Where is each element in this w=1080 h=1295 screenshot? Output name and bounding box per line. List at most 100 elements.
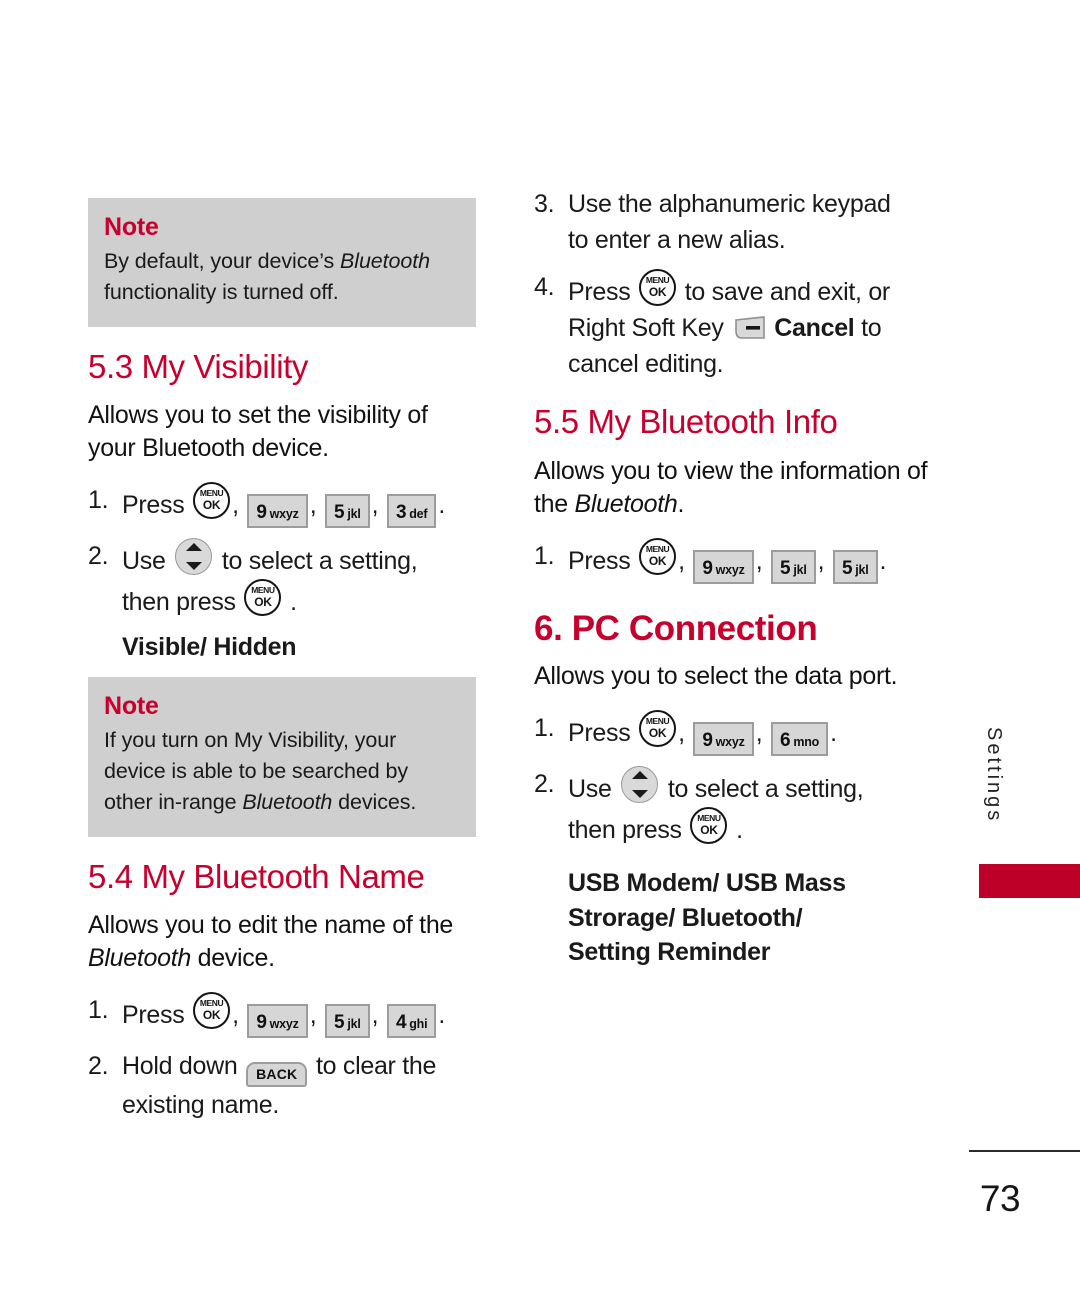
step-mid-text: to save and exit, or bbox=[684, 277, 891, 306]
heading-6-pc-connection: 6. PC Connection bbox=[534, 608, 818, 648]
heading-5-3-my-visibility: 5.3 My Visibility bbox=[88, 347, 308, 385]
menu-ok-key-icon[interactable]: MENU OK bbox=[690, 806, 728, 844]
step-5-3-1: 1. Press MENU OK, 9 wxyz, 5 jkl, 3 def. bbox=[88, 481, 476, 528]
numkey-letters: wxyz bbox=[269, 506, 299, 521]
menu-ok-label-bottom: OK bbox=[202, 497, 221, 512]
step-line-1: Use the alphanumeric keypad bbox=[568, 190, 891, 218]
numkey-5-icon[interactable]: 5 jkl bbox=[771, 549, 816, 584]
numkey-digit: 9 bbox=[702, 729, 713, 751]
separator-comma: , bbox=[678, 546, 685, 575]
note-title: Note bbox=[104, 213, 159, 241]
step-lead: Press bbox=[568, 546, 631, 575]
desc-before: Allows you to edit the name of the bbox=[88, 910, 454, 939]
numkey-5-icon[interactable]: 5 jkl bbox=[832, 549, 878, 584]
options-visible-hidden: Visible/ Hidden bbox=[122, 633, 297, 662]
desc-italic-bluetooth: Bluetooth bbox=[88, 944, 191, 973]
heading-5-4-my-bluetooth-name: 5.4 My Bluetooth Name bbox=[88, 857, 425, 895]
menu-ok-label-bottom: OK bbox=[700, 822, 718, 837]
desc-italic-bluetooth: Bluetooth bbox=[574, 490, 678, 519]
step-6-1: 1. Press MENU OK, 9 wxyz, 6 mno. bbox=[534, 709, 954, 756]
menu-ok-key-icon[interactable]: MENU OK bbox=[193, 481, 231, 519]
step-text: Press MENU OK, 9 wxyz, 5 jkl, 3 def. bbox=[122, 481, 476, 528]
step-6-2: 2. Use to select a setting, then press M… bbox=[534, 765, 954, 849]
numkey-digit: 9 bbox=[256, 1011, 267, 1033]
back-key-icon[interactable]: BACK bbox=[246, 1061, 308, 1088]
menu-ok-key-icon[interactable]: MENU OK bbox=[244, 579, 282, 617]
numkey-9-icon[interactable]: 9 wxyz bbox=[693, 549, 754, 584]
menu-ok-key-icon[interactable]: MENU OK bbox=[639, 537, 677, 575]
step-text: Press MENU OK, 9 wxyz, 6 mno. bbox=[568, 709, 954, 756]
step-number: 1. bbox=[534, 713, 555, 742]
right-column: 3. Use the alphanumeric keypad to enter … bbox=[534, 186, 954, 982]
separator-period: . bbox=[438, 490, 446, 519]
numkey-5-icon[interactable]: 5 jkl bbox=[325, 1003, 370, 1038]
step-cont-tail: to bbox=[861, 313, 882, 342]
numkey-3-icon[interactable]: 3 def bbox=[386, 493, 437, 528]
right-soft-key-icon[interactable] bbox=[734, 315, 770, 341]
numkey-digit: 6 bbox=[780, 729, 791, 751]
step-text: Use to select a setting, then press MENU… bbox=[122, 537, 476, 621]
menu-ok-key-icon[interactable]: MENU OK bbox=[193, 991, 231, 1029]
step-continuation: existing name. bbox=[122, 1091, 279, 1120]
step-line-2: to enter a new alias. bbox=[568, 226, 786, 255]
note-text-after: functionality is turned off. bbox=[104, 280, 339, 305]
step-lead: Press bbox=[122, 1000, 185, 1029]
step-number: 2. bbox=[534, 769, 555, 798]
step-5-4-3: 3. Use the alphanumeric keypad to enter … bbox=[534, 186, 954, 259]
desc-after: device. bbox=[190, 944, 275, 973]
step-5-4-1: 1. Press MENU OK, 9 wxyz, 5 jkl, 4 ghi. bbox=[88, 991, 476, 1038]
page-number: 73 bbox=[979, 1178, 1021, 1219]
arrow-up-icon bbox=[185, 542, 202, 551]
navigation-up-down-key-icon[interactable] bbox=[175, 537, 213, 575]
step-lead: Use bbox=[122, 546, 166, 575]
note-italic-bluetooth: Bluetooth bbox=[340, 249, 430, 274]
numkey-9-icon[interactable]: 9 wxyz bbox=[247, 1003, 308, 1038]
separator-comma: , bbox=[371, 1000, 379, 1029]
menu-ok-key-icon[interactable]: MENU OK bbox=[639, 268, 677, 306]
separator-comma: , bbox=[755, 718, 763, 747]
separator-comma: , bbox=[817, 546, 825, 575]
numkey-6-icon[interactable]: 6 mno bbox=[771, 721, 829, 756]
separator-comma: , bbox=[309, 490, 317, 519]
step-lead: Use bbox=[568, 774, 612, 803]
step-cont-lead: Right Soft Key bbox=[568, 313, 724, 342]
navigation-up-down-key-icon[interactable] bbox=[621, 765, 659, 803]
numkey-digit: 5 bbox=[334, 501, 345, 523]
step-lead: Press bbox=[568, 718, 631, 747]
numkey-9-icon[interactable]: 9 wxyz bbox=[693, 721, 754, 756]
numkey-9-icon[interactable]: 9 wxyz bbox=[247, 493, 308, 528]
numkey-letters: wxyz bbox=[715, 734, 745, 749]
options-line-1: USB Modem/ USB Mass bbox=[568, 869, 846, 898]
note-body: By default, your device’s Bluetooth func… bbox=[104, 246, 460, 308]
menu-ok-label-bottom: OK bbox=[648, 284, 667, 299]
numkey-4-icon[interactable]: 4 ghi bbox=[386, 1003, 437, 1038]
step-continuation: then press MENU OK . bbox=[568, 806, 954, 848]
numkey-digit: 9 bbox=[256, 501, 267, 523]
note-box-my-visibility: Note If you turn on My Visibility, your … bbox=[88, 676, 476, 837]
numkey-letters: jkl bbox=[793, 562, 807, 577]
numkey-letters: jkl bbox=[347, 1016, 361, 1031]
options-pc-connection: USB Modem/ USB Mass Strorage/ Bluetooth/… bbox=[568, 866, 954, 970]
step-lead: Hold down bbox=[122, 1051, 238, 1080]
separator-comma: , bbox=[309, 1000, 317, 1029]
description-5-4: Allows you to edit the name of the Bluet… bbox=[88, 909, 476, 976]
description-5-5: Allows you to view the information of th… bbox=[534, 455, 954, 522]
arrow-up-icon bbox=[631, 770, 648, 779]
note-italic-bluetooth: Bluetooth bbox=[242, 790, 333, 815]
note-box-default-bluetooth: Note By default, your device’s Bluetooth… bbox=[88, 198, 476, 327]
cancel-label: Cancel bbox=[774, 313, 855, 342]
separator-comma: , bbox=[755, 546, 763, 575]
menu-ok-key-icon[interactable]: MENU OK bbox=[639, 709, 677, 747]
manual-page: Note By default, your device’s Bluetooth… bbox=[0, 0, 1080, 1295]
numkey-5-icon[interactable]: 5 jkl bbox=[325, 493, 370, 528]
step-text: Press MENU OK, 9 wxyz, 5 jkl, 4 ghi. bbox=[122, 991, 476, 1038]
step-mid-text: to clear the bbox=[316, 1051, 437, 1080]
step-5-3-2: 2. Use to select a setting, then press M… bbox=[88, 537, 476, 621]
step-cont-lead: then press bbox=[122, 588, 236, 617]
numkey-digit: 4 bbox=[395, 1011, 407, 1033]
numkey-letters: jkl bbox=[347, 506, 361, 521]
step-number: 4. bbox=[534, 272, 555, 301]
step-number: 1. bbox=[88, 995, 109, 1024]
step-lead: Press bbox=[568, 277, 631, 306]
step-text: Press MENU OK, 9 wxyz, 5 jkl, 5 jkl. bbox=[568, 537, 954, 584]
